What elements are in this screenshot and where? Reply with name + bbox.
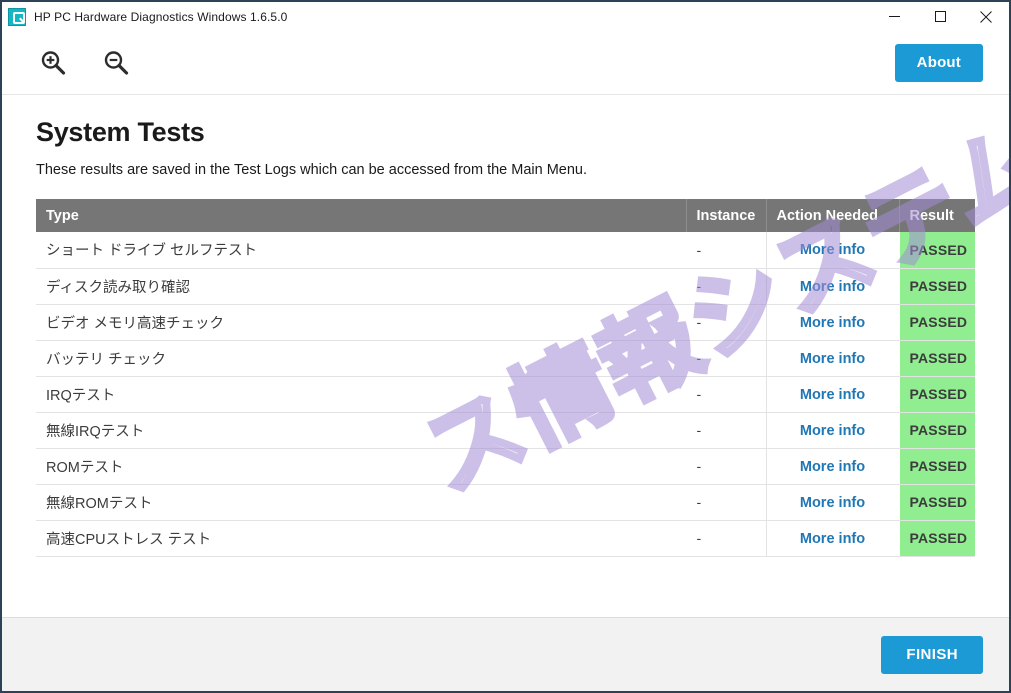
cell-instance: - xyxy=(686,304,767,341)
finish-button[interactable]: FINISH xyxy=(881,635,983,674)
zoom-out-icon xyxy=(104,51,129,75)
more-info-link[interactable]: More info xyxy=(800,279,865,295)
window-title: HP PC Hardware Diagnostics Windows 1.6.5… xyxy=(34,9,288,24)
cell-instance: - xyxy=(686,376,767,413)
cell-action-needed: More info xyxy=(766,484,900,521)
status-badge: PASSED xyxy=(899,340,975,377)
cell-action-needed: More info xyxy=(766,520,900,557)
cell-action-needed: More info xyxy=(766,412,900,449)
more-info-link[interactable]: More info xyxy=(800,459,865,475)
status-badge: PASSED xyxy=(899,376,975,413)
column-header-type: Type xyxy=(36,199,687,232)
cell-action-needed: More info xyxy=(766,232,900,269)
cell-action-needed: More info xyxy=(766,268,900,305)
minimize-icon xyxy=(888,16,900,17)
table-row: 高速CPUストレス テスト - More info PASSED xyxy=(36,520,975,557)
status-badge: PASSED xyxy=(899,484,975,521)
close-button[interactable] xyxy=(963,2,1009,32)
more-info-link[interactable]: More info xyxy=(800,351,865,367)
table-row: 無線ROMテスト - More info PASSED xyxy=(36,484,975,521)
cell-action-needed: More info xyxy=(766,376,900,413)
hp-diagnostics-icon xyxy=(8,7,26,26)
cell-test-type: 無線IRQテスト xyxy=(36,412,687,449)
cell-test-type: IRQテスト xyxy=(36,376,687,413)
more-info-link[interactable]: More info xyxy=(800,242,865,258)
table-header: Type Instance Action Needed Result xyxy=(36,199,975,232)
status-badge: PASSED xyxy=(899,268,975,305)
cell-instance: - xyxy=(686,484,767,521)
table-header-row: Type Instance Action Needed Result xyxy=(36,199,975,232)
cell-test-type: ショート ドライブ セルフテスト xyxy=(36,232,687,269)
cell-action-needed: More info xyxy=(766,448,900,485)
table-row: IRQテスト - More info PASSED xyxy=(36,376,975,413)
application-window: HP PC Hardware Diagnostics Windows 1.6.5… xyxy=(0,0,1011,693)
window-controls xyxy=(871,2,1009,32)
zoom-in-icon xyxy=(41,51,66,75)
table-row: ビデオ メモリ高速チェック - More info PASSED xyxy=(36,304,975,341)
table-row: 無線IRQテスト - More info PASSED xyxy=(36,412,975,449)
cell-test-type: バッテリ チェック xyxy=(36,340,687,377)
status-badge: PASSED xyxy=(899,520,975,557)
page-title: System Tests xyxy=(36,117,205,147)
main-content: System Tests These results are saved in … xyxy=(2,95,1009,617)
more-info-link[interactable]: More info xyxy=(800,387,865,403)
cell-action-needed: More info xyxy=(766,304,900,341)
zoom-in-button[interactable] xyxy=(36,46,70,80)
table-row: ROMテスト - More info PASSED xyxy=(36,448,975,485)
table-row: ディスク読み取り確認 - More info PASSED xyxy=(36,268,975,305)
about-button[interactable]: About xyxy=(894,44,983,82)
table-row: ショート ドライブ セルフテスト - More info PASSED xyxy=(36,232,975,269)
more-info-link[interactable]: More info xyxy=(800,495,865,511)
page-subtitle: These results are saved in the Test Logs… xyxy=(36,162,588,178)
maximize-icon xyxy=(934,11,946,22)
system-tests-table: Type Instance Action Needed Result ショート … xyxy=(36,199,975,557)
minimize-button[interactable] xyxy=(871,2,917,32)
column-header-result: Result xyxy=(899,199,975,232)
maximize-button[interactable] xyxy=(917,2,963,32)
column-header-action-needed: Action Needed xyxy=(766,199,900,232)
title-bar: HP PC Hardware Diagnostics Windows 1.6.5… xyxy=(2,2,1009,32)
more-info-link[interactable]: More info xyxy=(800,315,865,331)
status-badge: PASSED xyxy=(899,232,975,269)
footer-bar: FINISH xyxy=(2,617,1009,691)
zoom-out-button[interactable] xyxy=(99,46,133,80)
cell-instance: - xyxy=(686,520,767,557)
cell-instance: - xyxy=(686,340,767,377)
cell-test-type: ディスク読み取り確認 xyxy=(36,268,687,305)
cell-test-type: 無線ROMテスト xyxy=(36,484,687,521)
more-info-link[interactable]: More info xyxy=(800,423,865,439)
table-row: バッテリ チェック - More info PASSED xyxy=(36,340,975,377)
table-body: ショート ドライブ セルフテスト - More info PASSED ディスク読み取り… xyxy=(36,232,975,557)
toolbar: About xyxy=(2,32,1009,95)
cell-instance: - xyxy=(686,232,767,269)
cell-test-type: ビデオ メモリ高速チェック xyxy=(36,304,687,341)
more-info-link[interactable]: More info xyxy=(800,531,865,547)
cell-instance: - xyxy=(686,268,767,305)
cell-action-needed: More info xyxy=(766,340,900,377)
cell-instance: - xyxy=(686,448,767,485)
column-header-instance: Instance xyxy=(686,199,767,232)
cell-test-type: 高速CPUストレス テスト xyxy=(36,520,687,557)
status-badge: PASSED xyxy=(899,412,975,449)
cell-test-type: ROMテスト xyxy=(36,448,687,485)
status-badge: PASSED xyxy=(899,448,975,485)
close-icon xyxy=(980,10,992,23)
status-badge: PASSED xyxy=(899,304,975,341)
cell-instance: - xyxy=(686,412,767,449)
